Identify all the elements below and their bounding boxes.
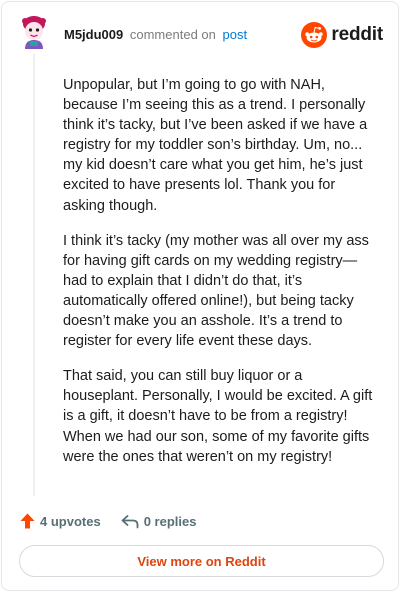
comment-body: Unpopular, but I’m going to go with NAH,… xyxy=(63,75,377,482)
reddit-snoo-icon xyxy=(301,22,328,48)
reply-arrow-icon xyxy=(121,514,139,528)
comment-paragraph: I think it’s tacky (my mother was all ov… xyxy=(63,232,369,350)
upvote-arrow-icon xyxy=(20,513,35,529)
username-link[interactable]: M5jdu009 xyxy=(64,27,123,42)
thread-line xyxy=(33,54,35,496)
comment-header: M5jdu009 commented on post reddit xyxy=(2,2,398,66)
view-more-button[interactable]: View more on Reddit xyxy=(19,545,384,577)
comment-actions: 4 upvotes 0 replies xyxy=(20,510,196,532)
reddit-logo[interactable]: reddit xyxy=(301,22,383,48)
user-avatar[interactable] xyxy=(20,15,48,49)
view-more-label: View more on Reddit xyxy=(137,553,266,569)
post-link[interactable]: post xyxy=(223,27,248,42)
commented-label: commented on xyxy=(129,27,216,42)
upvote-count: 4 upvotes xyxy=(40,513,101,529)
comment-paragraph: Unpopular, but I’m going to go with NAH,… xyxy=(63,77,368,214)
replies-button[interactable]: 0 replies xyxy=(121,513,197,529)
comment-paragraph: That said, you can still buy liquor or a… xyxy=(63,368,373,465)
comment-attribution: M5jdu009 commented on post xyxy=(64,27,247,43)
reddit-wordmark: reddit xyxy=(331,24,383,45)
reply-count: 0 replies xyxy=(143,513,197,529)
upvote-button[interactable]: 4 upvotes xyxy=(20,513,101,529)
comment-embed-card: M5jdu009 commented on post reddit Unpopu… xyxy=(1,1,399,591)
